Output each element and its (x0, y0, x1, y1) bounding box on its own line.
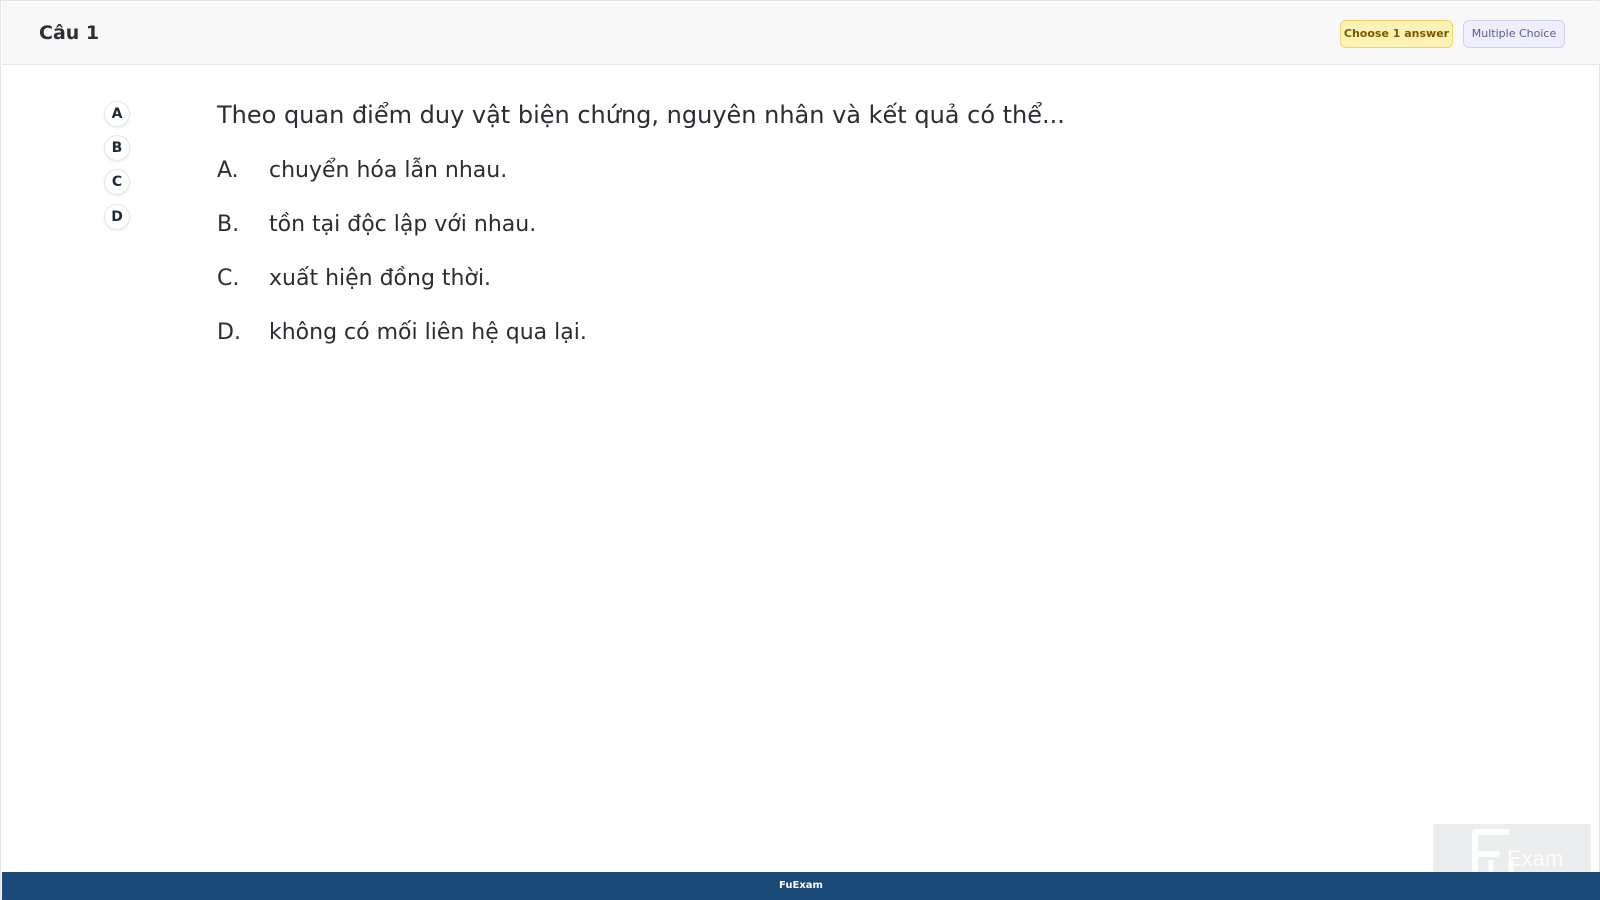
question-number-title: Câu 1 (39, 22, 100, 44)
option-letter: A. (217, 158, 239, 183)
option-letter: D. (217, 320, 241, 345)
option-text: xuất hiện đồng thời. (269, 266, 492, 291)
question-type-badge: Multiple Choice (1463, 20, 1565, 48)
footer-bar: FuExam (2, 872, 1600, 900)
question-header: Câu 1 Choose 1 answer Multiple Choice (2, 2, 1600, 65)
svg-text:Exam: Exam (1507, 846, 1563, 871)
footer-brand-label: FuExam (779, 880, 823, 891)
option-letter: C. (217, 266, 240, 291)
question-text: Theo quan điểm duy vật biện chứng, nguyê… (217, 101, 1065, 129)
choose-answer-badge: Choose 1 answer (1340, 20, 1453, 48)
answer-button-d[interactable]: D (104, 204, 130, 230)
answer-button-c[interactable]: C (104, 169, 130, 195)
option-text: không có mối liên hệ qua lại. (269, 320, 587, 345)
answer-button-b[interactable]: B (104, 135, 130, 161)
option-text: tồn tại độc lập với nhau. (269, 212, 537, 237)
option-text: chuyển hóa lẫn nhau. (269, 158, 508, 183)
answer-button-a[interactable]: A (104, 101, 130, 127)
option-letter: B. (217, 212, 240, 237)
exam-window: Câu 1 Choose 1 answer Multiple Choice A … (0, 0, 1600, 900)
